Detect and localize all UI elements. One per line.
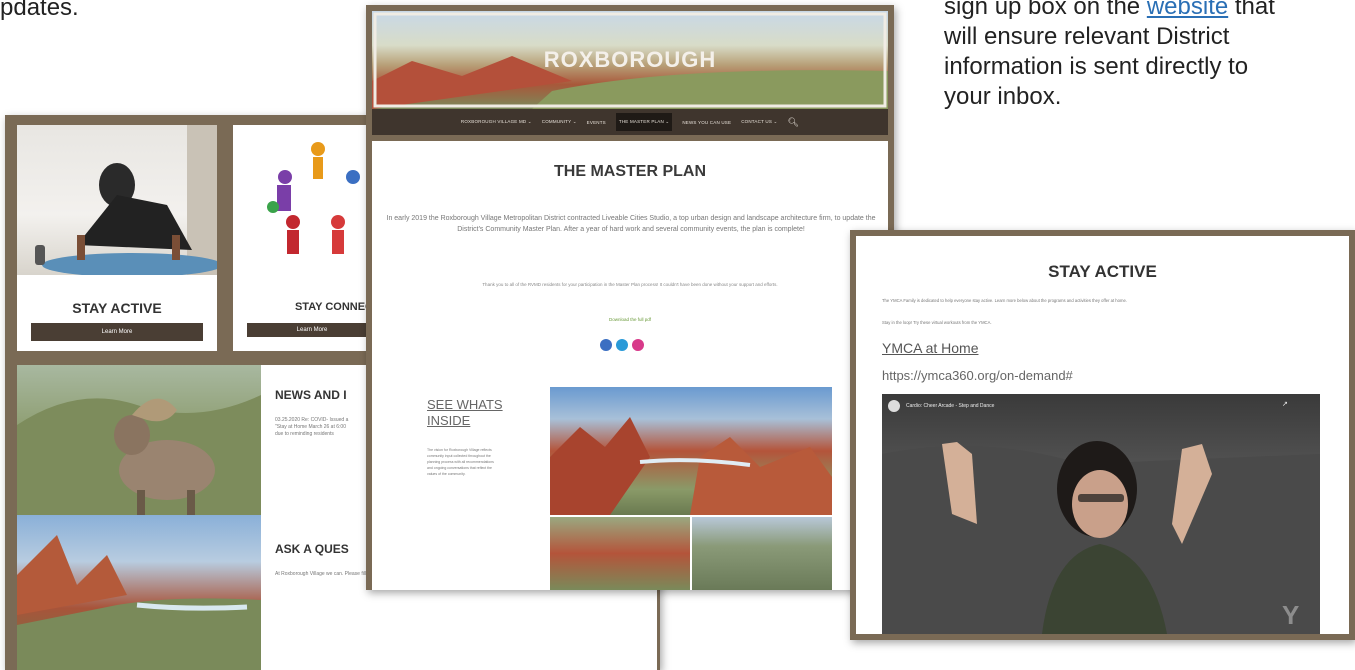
red-rocks-photo <box>17 515 261 670</box>
intro-line: The YMCA Family is dedicated to help eve… <box>882 298 1127 303</box>
community-logo <box>263 137 373 257</box>
page-text-paragraph: sign up box on the website that will ens… <box>944 0 1354 112</box>
facebook-icon[interactable] <box>600 339 612 351</box>
screenshot-stay-active-page: STAY ACTIVE The YMCA Family is dedicated… <box>850 230 1355 640</box>
share-icon[interactable]: ↗ <box>1282 400 1288 408</box>
search-icon[interactable]: 🔍︎ <box>787 117 799 128</box>
nav-item-events[interactable]: EVENTS <box>587 120 606 125</box>
ymca-url[interactable]: https://ymca360.org/on-demand# <box>882 368 1073 383</box>
nav-item-roxborough-village[interactable]: ROXBOROUGH VILLAGE MD ⌄ <box>461 119 532 125</box>
page-text-fragment: pdates. <box>0 0 79 21</box>
page-title: THE MASTER PLAN <box>554 163 706 180</box>
instagram-icon[interactable] <box>632 339 644 351</box>
ymca-at-home-link[interactable]: YMCA at Home <box>882 340 978 356</box>
thanks-paragraph: Thank you to all of the RVMD residents f… <box>482 282 778 287</box>
see-whats-inside-link[interactable]: SEE WHATS INSIDE <box>427 397 537 429</box>
aerial-photo-3 <box>692 517 832 590</box>
svg-text:Y: Y <box>1282 600 1299 630</box>
ask-question-title: ASK A QUES <box>275 542 349 556</box>
aerial-photo-2 <box>550 517 690 590</box>
stay-connected-card[interactable]: STAY CONNEC Learn More <box>233 125 377 351</box>
workout-photo <box>17 125 217 275</box>
screenshot-master-plan-page: ROXBOROUGH ROXBOROUGH VILLAGE MD ⌄ COMMU… <box>366 5 894 590</box>
card-title: STAY CONNEC <box>294 301 373 313</box>
nav-item-master-plan[interactable]: THE MASTER PLAN ⌄ <box>615 113 673 131</box>
paragraph-line: information is sent directly to <box>944 53 1249 80</box>
learn-more-button[interactable]: Learn More <box>247 323 377 337</box>
news-title: NEWS AND I <box>275 388 347 402</box>
stay-active-card[interactable]: STAY ACTIVE Learn More <box>17 125 217 351</box>
video-title[interactable]: Cardio: Cheer Arcade - Step and Dance <box>906 403 994 409</box>
website-link[interactable]: website <box>1147 0 1228 20</box>
master-plan-content: THE MASTER PLAN In early 2019 the Roxbor… <box>372 141 888 590</box>
paragraph-text: that <box>1228 0 1275 20</box>
twitter-icon[interactable] <box>616 339 628 351</box>
download-pdf-link[interactable]: Download the full pdf <box>372 317 888 322</box>
paragraph-line: will ensure relevant District <box>944 23 1230 50</box>
intro-paragraph: In early 2019 the Roxborough Village Met… <box>386 215 876 233</box>
paragraph-line: your inbox. <box>944 83 1062 110</box>
channel-avatar[interactable] <box>888 400 900 412</box>
news-body: 03.25.2020 Re: COVID- Issued a "Stay at … <box>275 417 349 437</box>
stay-active-content: STAY ACTIVE The YMCA Family is dedicated… <box>856 236 1349 634</box>
nav-item-community[interactable]: COMMUNITY ⌄ <box>542 119 577 125</box>
intro-line: Stay in the loop! Try these virtual work… <box>882 320 992 325</box>
card-title: STAY ACTIVE <box>72 300 162 316</box>
page-title: STAY ACTIVE <box>1048 262 1157 281</box>
youtube-video-embed[interactable]: Y Cardio: Cheer Arcade - Step and Dance … <box>882 394 1320 634</box>
nav-item-news[interactable]: NEWS YOU CAN USE <box>682 120 731 125</box>
see-whats-inside-body: The vision for Roxborough Village reflec… <box>427 448 494 476</box>
learn-more-button[interactable]: Learn More <box>31 323 203 341</box>
main-nav: ROXBOROUGH VILLAGE MD ⌄ COMMUNITY ⌄ EVEN… <box>372 109 888 135</box>
paragraph-text: sign up box on the <box>944 0 1147 20</box>
aerial-photo-main <box>550 387 832 515</box>
header-banner: ROXBOROUGH <box>372 11 888 109</box>
nav-item-contact[interactable]: CONTACT US ⌄ <box>741 119 777 125</box>
site-name[interactable]: ROXBOROUGH <box>372 47 888 73</box>
social-share-icons <box>600 339 660 353</box>
bighorn-sheep-photo <box>17 365 261 515</box>
